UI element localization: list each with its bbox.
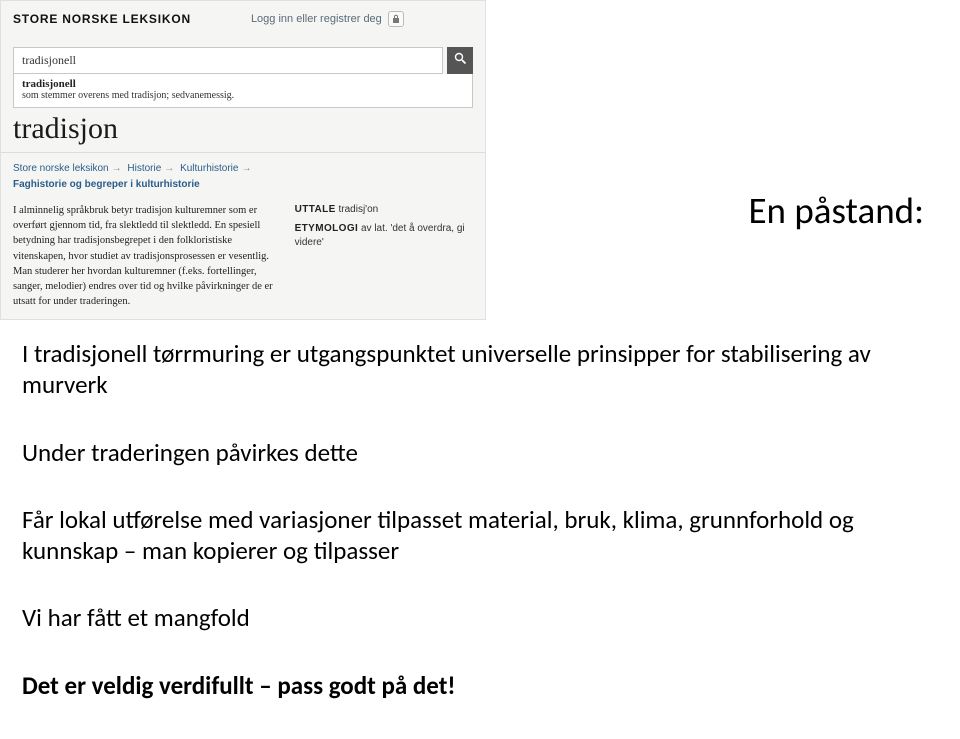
breadcrumb-item-current: Faghistorie og begreper i kulturhistorie — [13, 179, 200, 190]
slide-paragraph: Vi har fått et mangfold — [22, 602, 936, 633]
search-icon — [454, 52, 467, 70]
site-logo[interactable]: STORE NORSKE LEKSIKON — [13, 12, 191, 26]
suggestion-desc: som stemmer overens med tradisjon; sedva… — [22, 90, 464, 101]
breadcrumb: Store norske leksikon→ Historie→ Kulturh… — [1, 157, 485, 195]
search-button[interactable] — [447, 47, 473, 74]
breadcrumb-item[interactable]: Kulturhistorie — [180, 163, 238, 174]
suggestion-term: tradisjonell — [22, 78, 464, 90]
breadcrumb-item[interactable]: Historie — [127, 163, 161, 174]
slide-paragraph: I tradisjonell tørrmuring er utgangspunk… — [22, 338, 936, 401]
lexicon-header: STORE NORSKE LEKSIKON Logg inn eller reg… — [1, 1, 485, 33]
article-title: tradisjon — [1, 108, 485, 153]
login-link[interactable]: Logg inn eller registrer deg — [251, 11, 404, 27]
lock-icon — [388, 11, 404, 27]
login-text: Logg inn eller registrer deg — [251, 13, 382, 25]
breadcrumb-item[interactable]: Store norske leksikon — [13, 163, 109, 174]
search-input[interactable]: tradisjonell — [13, 47, 443, 74]
slide-paragraph: Får lokal utførelse med variasjoner tilp… — [22, 504, 936, 567]
search-suggestion[interactable]: tradisjonell som stemmer overens med tra… — [13, 74, 473, 108]
slide-paragraph-emphasis: Det er veldig verdifullt – pass godt på … — [22, 670, 936, 701]
search-row: tradisjonell — [13, 47, 473, 74]
slide-body: I tradisjonell tørrmuring er utgangspunk… — [22, 200, 936, 737]
slide-paragraph: Under traderingen påvirkes dette — [22, 437, 936, 468]
